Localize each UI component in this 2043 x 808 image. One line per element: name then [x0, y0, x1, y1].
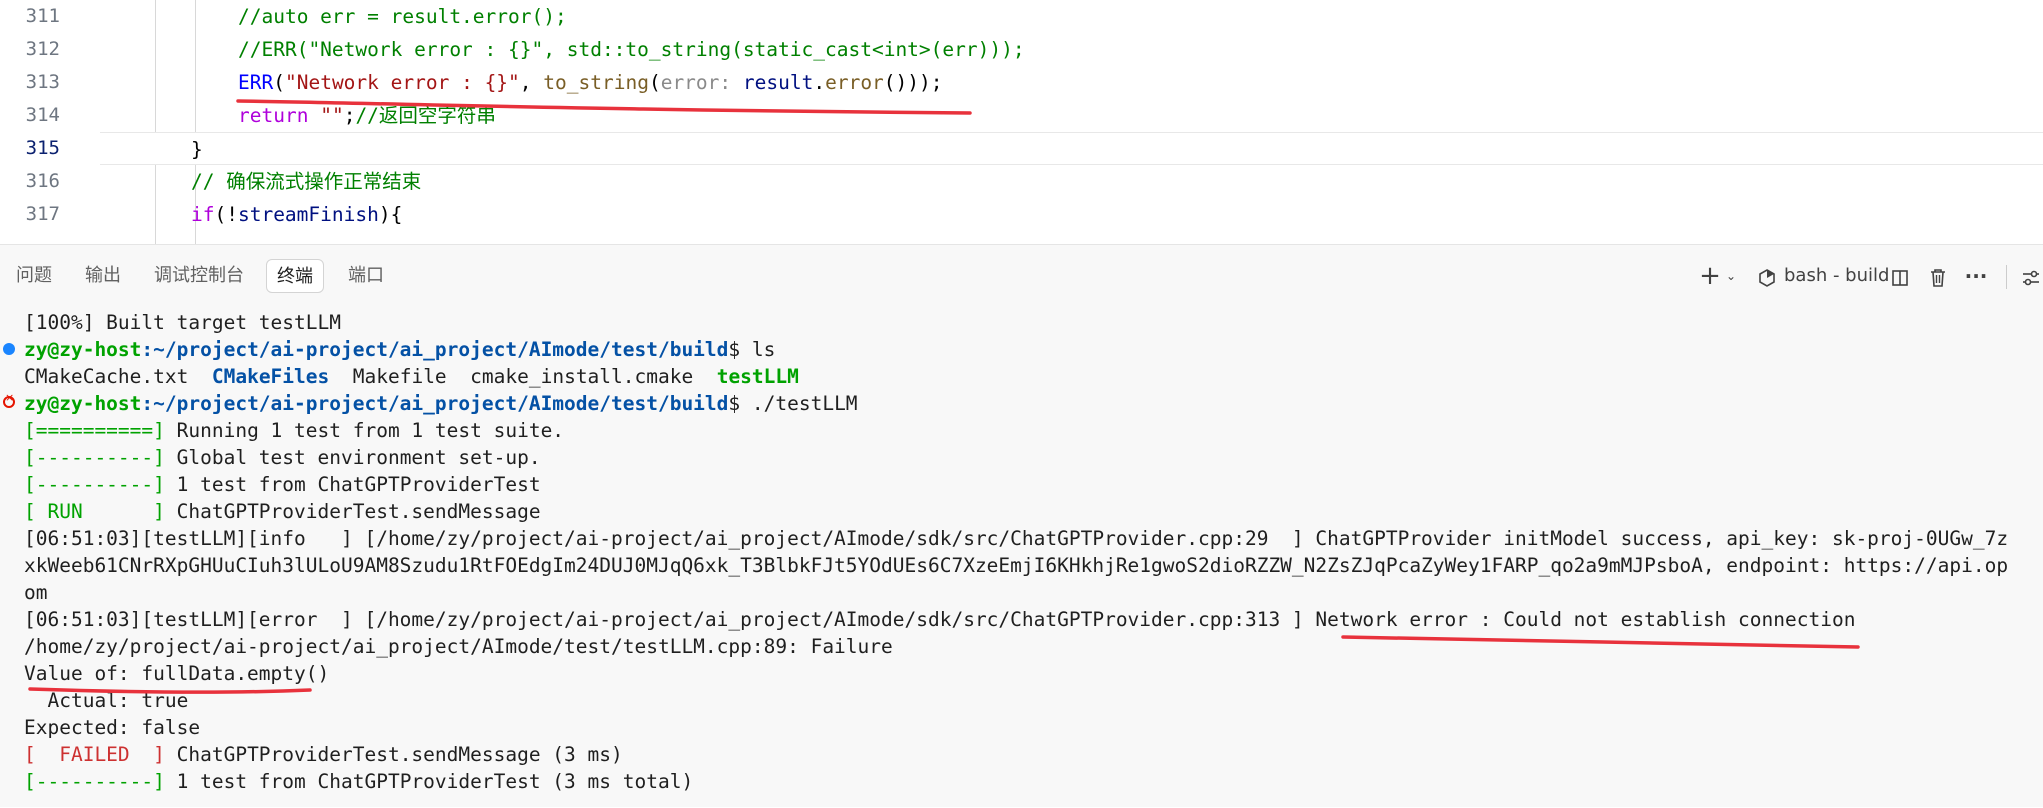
terminal-shell-icon	[1755, 259, 1779, 293]
terminal-prompt-line: zy@zy-host:~/project/ai-project/ai_proje…	[24, 338, 776, 361]
code-line[interactable]: 317 if(!streamFinish){	[0, 198, 2043, 231]
terminal-line: xkWeeb61CNrRXpGHUuCIuh3lULoU9AM8Szudu1Rt…	[24, 554, 2009, 577]
code-area: return "";//返回空字符串	[100, 99, 2043, 132]
panel-tab-bar: 问题 输出 调试控制台 终端 端口 + ⌄ bash - build ···	[0, 245, 2043, 299]
code-token: to_string	[543, 71, 649, 94]
terminal-line: CMakeCache.txt CMakeFiles Makefile cmake…	[24, 365, 799, 388]
code-line[interactable]: 311 //auto err = result.error();	[0, 0, 2043, 33]
code-token: //ERR("Network error : {}", std::to_stri…	[238, 38, 1025, 61]
code-token: result	[742, 71, 814, 94]
command-success-icon[interactable]	[3, 343, 15, 355]
code-area: //ERR("Network error : {}", std::to_stri…	[100, 33, 2043, 66]
split-terminal-icon[interactable]	[1886, 259, 1914, 293]
terminal-line: Expected: false	[24, 716, 201, 739]
more-actions-icon[interactable]: ···	[1962, 259, 1990, 293]
code-line[interactable]: 316 // 确保流式操作正常结束	[0, 165, 2043, 198]
code-area: if(!streamFinish){	[100, 198, 2043, 231]
line-number: 313	[25, 71, 60, 93]
terminal-line: [----------] Global test environment set…	[24, 446, 541, 469]
line-number: 317	[25, 203, 60, 225]
tab-ports[interactable]: 端口	[338, 259, 394, 293]
code-text: ERR("Network error : {}", to_string(erro…	[238, 66, 943, 99]
tab-terminal[interactable]: 终端	[266, 259, 324, 293]
trash-icon[interactable]	[1924, 259, 1952, 293]
tab-debug-console[interactable]: 调试控制台	[144, 259, 254, 293]
code-token: .	[813, 71, 826, 94]
chevron-down-icon[interactable]: ⌄	[1722, 259, 1740, 293]
line-number: 315	[25, 137, 60, 159]
code-token: (!	[214, 203, 238, 226]
code-token: ()));	[883, 71, 943, 94]
terminal-line: [06:51:03][testLLM][info ] [/home/zy/pro…	[24, 527, 2009, 550]
code-token: (	[273, 71, 285, 94]
code-token: (	[648, 71, 661, 94]
plus-icon[interactable]: +	[1696, 259, 1724, 293]
code-token: // 确保流式操作正常结束	[191, 170, 422, 193]
code-token: return	[238, 104, 309, 127]
code-line[interactable]: 312 //ERR("Network error : {}", std::to_s…	[0, 33, 2043, 66]
code-token: "Network error : {}"	[284, 71, 520, 94]
terminal-output[interactable]: [100%] Built target testLLM zy@zy-host:~…	[0, 309, 2043, 808]
terminal-line: [==========] Running 1 test from 1 test …	[24, 419, 565, 442]
code-area: ERR("Network error : {}", to_string(erro…	[100, 66, 2043, 99]
command-error-icon[interactable]	[3, 391, 15, 408]
code-token: //auto err = result.error();	[238, 5, 567, 28]
toolbar-separator	[2006, 265, 2007, 289]
code-text: //ERR("Network error : {}", std::to_stri…	[238, 33, 1025, 66]
tab-output[interactable]: 输出	[75, 259, 131, 293]
terminal-line: [----------] 1 test from ChatGPTProvider…	[24, 473, 541, 496]
line-number: 314	[25, 104, 60, 126]
terminal-prompt-line: zy@zy-host:~/project/ai-project/ai_proje…	[24, 392, 858, 415]
tab-problems[interactable]: 问题	[6, 259, 62, 293]
code-area: //auto err = result.error();	[100, 0, 2043, 33]
code-token: ERR	[238, 71, 274, 94]
terminal-line: Value of: fullData.empty()	[24, 662, 330, 685]
terminal-line: [----------] 1 test from ChatGPTProvider…	[24, 770, 694, 793]
settings-sliders-icon[interactable]	[2018, 259, 2043, 293]
code-token: error:	[660, 71, 743, 94]
code-token: error	[825, 71, 884, 94]
code-token: //返回空字符串	[355, 104, 496, 127]
code-token: ""	[320, 104, 344, 127]
code-line[interactable]: 313 ERR("Network error : {}", to_string(e…	[0, 66, 2043, 99]
terminal-line: [ RUN ] ChatGPTProviderTest.sendMessage	[24, 500, 541, 523]
code-editor[interactable]: 311 //auto err = result.error(); 312 //ERR(…	[0, 0, 2043, 244]
code-area: // 确保流式操作正常结束	[100, 165, 2043, 198]
terminal-line: /home/zy/project/ai-project/ai_project/A…	[24, 635, 893, 658]
code-text: return "";//返回空字符串	[238, 99, 496, 132]
code-token: streamFinish	[237, 203, 379, 226]
code-text: // 确保流式操作正常结束	[191, 165, 421, 198]
code-text: }	[191, 133, 203, 166]
line-number: 311	[25, 5, 60, 27]
code-token: ;	[343, 104, 356, 127]
code-text: if(!streamFinish){	[191, 198, 402, 231]
terminal-name[interactable]: bash - build	[1784, 259, 1889, 293]
terminal-line: [100%] Built target testLLM	[24, 311, 341, 334]
code-line[interactable]: 315}	[0, 132, 2043, 165]
terminal-line: [06:51:03][testLLM][error ] [/home/zy/pr…	[24, 608, 1856, 631]
code-token: ){	[378, 203, 403, 226]
code-token: ,	[519, 71, 544, 94]
terminal-line: om	[24, 581, 48, 604]
terminal-line: Actual: true	[24, 689, 189, 712]
bottom-panel: 问题 输出 调试控制台 终端 端口 + ⌄ bash - build ··· […	[0, 244, 2043, 807]
code-text: //auto err = result.error();	[238, 0, 567, 33]
code-line[interactable]: 314 return "";//返回空字符串	[0, 99, 2043, 132]
code-token: if	[191, 203, 215, 226]
line-number: 316	[25, 170, 60, 192]
terminal-line: [ FAILED ] ChatGPTProviderTest.sendMessa…	[24, 743, 623, 766]
code-token: }	[191, 138, 203, 161]
line-number: 312	[25, 38, 60, 60]
code-area: }	[100, 132, 2043, 165]
